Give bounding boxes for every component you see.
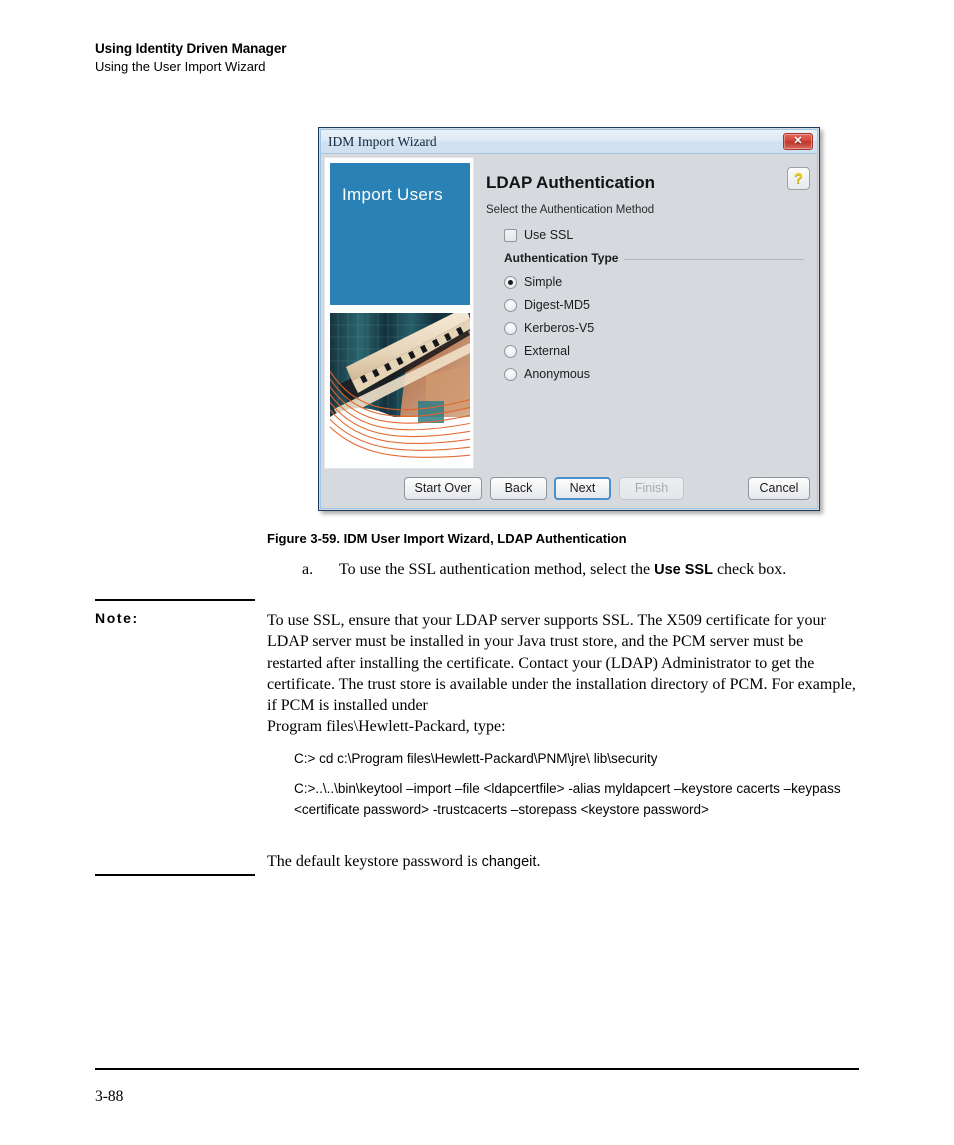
authentication-type-label: Authentication Type — [504, 251, 625, 265]
banner-title: Import Users — [342, 185, 443, 204]
start-over-button[interactable]: Start Over — [404, 477, 482, 500]
help-button[interactable]: ? — [787, 167, 810, 190]
command-line-1: C:> cd c:\Program files\Hewlett-Packard\… — [294, 751, 658, 766]
step-text-before: To use the SSL authentication method, se… — [339, 561, 655, 578]
radio-anonymous-indicator[interactable] — [504, 368, 517, 381]
close-button[interactable]: ✕ — [783, 133, 813, 150]
radio-external-label: External — [524, 344, 570, 358]
step-text-bold: Use SSL — [654, 562, 713, 578]
banner-blue-block: Import Users — [330, 163, 470, 305]
note-label: Note: — [95, 610, 139, 626]
dialog-button-bar: Start Over Back Next Finish Cancel — [321, 474, 817, 508]
dialog-body: Import Users LDAP Authentication ? Selec… — [321, 154, 817, 508]
radio-option-digest-md5[interactable]: Digest-MD5 — [504, 296, 804, 319]
radio-external-indicator[interactable] — [504, 345, 517, 358]
finish-button: Finish — [619, 477, 684, 500]
radio-kerberos-v5-indicator[interactable] — [504, 322, 517, 335]
authentication-type-radio-group: Simple Digest-MD5 Kerberos-V5 External A… — [504, 273, 804, 388]
cancel-button[interactable]: Cancel — [748, 477, 810, 500]
question-mark-icon: ? — [793, 170, 804, 187]
note-footer-value: changeit — [481, 854, 537, 870]
radio-kerberos-v5-label: Kerberos-V5 — [524, 321, 595, 335]
radio-simple-label: Simple — [524, 275, 563, 289]
next-button[interactable]: Next — [554, 477, 611, 500]
radio-digest-md5-label: Digest-MD5 — [524, 298, 590, 312]
note-paragraph: To use SSL, ensure that your LDAP server… — [267, 612, 856, 715]
radio-anonymous-label: Anonymous — [524, 367, 591, 381]
dialog-title: IDM Import Wizard — [328, 134, 437, 149]
banner-photo — [330, 313, 470, 463]
idm-import-wizard-dialog: IDM Import Wizard ✕ Import Users LDAP Au… — [318, 127, 820, 511]
authentication-type-group-header: Authentication Type — [504, 251, 804, 267]
note-footer-before: The default keystore password is — [267, 853, 482, 870]
instruction-text: Select the Authentication Method — [486, 204, 655, 216]
step-text-after: check box. — [712, 561, 787, 578]
figure-caption: Figure 3-59. IDM User Import Wizard, LDA… — [267, 531, 627, 546]
radio-option-anonymous[interactable]: Anonymous — [504, 365, 804, 388]
figure-image: IDM Import Wizard ✕ Import Users LDAP Au… — [318, 127, 820, 511]
step-marker: a. — [302, 561, 314, 578]
step-text: To use the SSL authentication method, se… — [339, 559, 786, 581]
radio-option-external[interactable]: External — [504, 342, 804, 365]
page-title: LDAP Authentication — [486, 173, 656, 192]
radio-option-kerberos-v5[interactable]: Kerberos-V5 — [504, 319, 804, 342]
radio-option-simple[interactable]: Simple — [504, 273, 804, 296]
running-header: Using Identity Driven Manager Using the … — [95, 40, 795, 75]
page-number: 3-88 — [95, 1088, 124, 1105]
running-header-title: Using Identity Driven Manager — [95, 41, 287, 56]
running-header-subtitle: Using the User Import Wizard — [95, 59, 266, 74]
wizard-content-pane: LDAP Authentication ? Select the Authent… — [481, 157, 814, 469]
wizard-banner: Import Users — [324, 157, 474, 469]
radio-digest-md5-indicator[interactable] — [504, 299, 517, 312]
radio-simple-indicator[interactable] — [504, 276, 517, 289]
dialog-titlebar: IDM Import Wizard ✕ — [321, 130, 817, 154]
note-rule-top — [95, 599, 255, 601]
command-line-2: C:>..\..\bin\keytool –import –file <ldap… — [294, 781, 841, 817]
close-icon: ✕ — [793, 135, 803, 147]
use-ssl-checkbox[interactable] — [504, 229, 517, 242]
note-footer-after: . — [536, 853, 541, 870]
note-body: To use SSL, ensure that your LDAP server… — [267, 610, 859, 738]
note-rule-bottom — [95, 874, 255, 876]
note-paragraph-line2: Program files\Hewlett-Packard, type: — [267, 718, 506, 736]
back-button[interactable]: Back — [490, 477, 547, 500]
footer-rule — [95, 1068, 859, 1070]
building-bridge-illustration — [330, 313, 470, 463]
note-footer-text: The default keystore password is changei… — [267, 851, 540, 873]
use-ssl-label: Use SSL — [524, 228, 574, 242]
